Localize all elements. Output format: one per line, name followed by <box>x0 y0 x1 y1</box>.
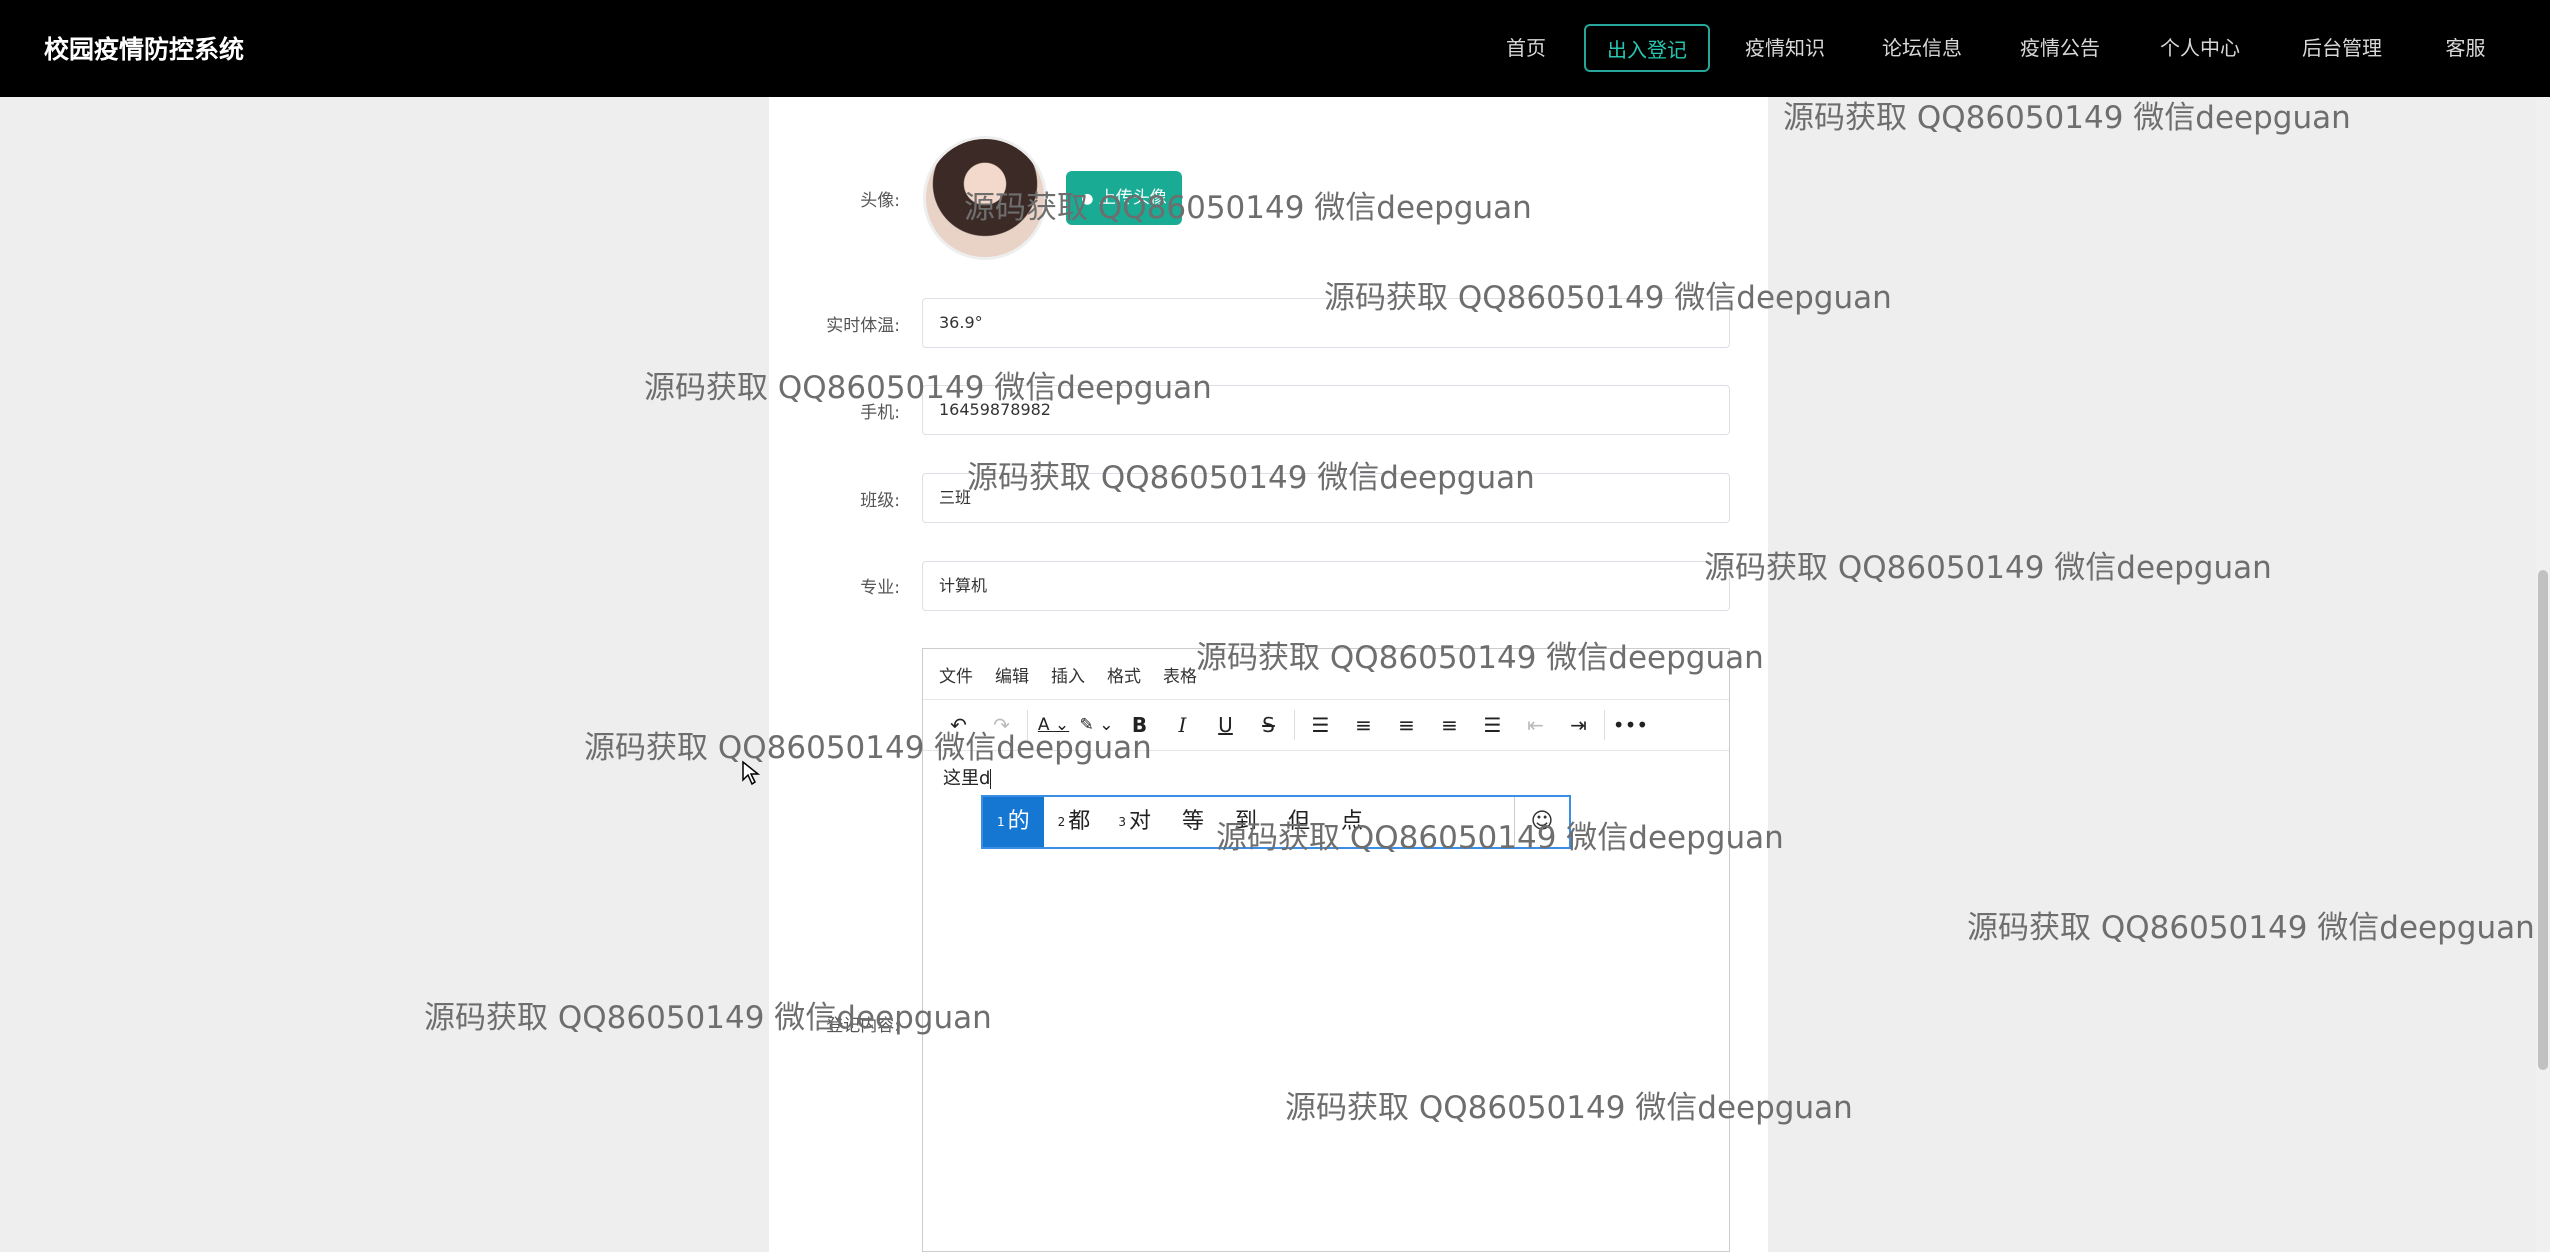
ime-candidate-bar: 1的 2都 3对 等 到 但 点 ☺ <box>981 795 1571 849</box>
more-icon[interactable]: ••• <box>1609 705 1652 745</box>
toolbar-divider <box>1604 710 1605 740</box>
nav-forum[interactable]: 论坛信息 <box>1877 24 1967 72</box>
strikethrough-icon[interactable]: S <box>1247 705 1290 745</box>
nav-entry-exit-registration[interactable]: 出入登记 <box>1584 24 1710 72</box>
toolbar-divider <box>1294 710 1295 740</box>
nav-personal-center[interactable]: 个人中心 <box>2155 24 2245 72</box>
outdent-icon[interactable]: ⇤ <box>1514 705 1557 745</box>
italic-icon[interactable]: I <box>1161 705 1204 745</box>
ime-candidate[interactable]: 但 <box>1271 797 1324 847</box>
temperature-label: 实时体温: <box>826 316 900 336</box>
nav-customer-service[interactable]: 客服 <box>2438 24 2493 72</box>
phone-input[interactable]: 16459878982 <box>922 385 1730 435</box>
major-label: 专业: <box>860 578 900 598</box>
menu-format[interactable]: 格式 <box>1107 662 1141 687</box>
nav-home[interactable]: 首页 <box>1496 24 1556 72</box>
underline-icon[interactable]: U <box>1204 705 1247 745</box>
highlight-color-icon[interactable]: ✎ ⌄ <box>1075 705 1118 745</box>
align-left-icon[interactable]: ≡ <box>1342 705 1385 745</box>
bold-icon[interactable]: B <box>1118 705 1161 745</box>
upload-icon: ● <box>1081 191 1094 207</box>
major-input[interactable]: 计算机 <box>922 561 1730 611</box>
editor-text: 这里d <box>943 768 991 789</box>
redo-icon[interactable]: ↷ <box>980 705 1023 745</box>
align-right-icon[interactable]: ≡ <box>1428 705 1471 745</box>
text-color-icon[interactable]: A ⌄ <box>1032 705 1075 745</box>
undo-icon[interactable]: ↶ <box>937 705 980 745</box>
ime-candidate[interactable]: 3对 <box>1104 797 1165 847</box>
toolbar-divider <box>1027 710 1028 740</box>
smile-icon[interactable]: ☺ <box>1514 797 1569 847</box>
ime-candidate[interactable]: 等 <box>1165 797 1218 847</box>
text-caret <box>990 769 992 789</box>
menu-file[interactable]: 文件 <box>939 662 973 687</box>
editor-content[interactable]: 这里d <box>943 764 992 790</box>
avatar <box>923 136 1047 260</box>
align-justify-icon[interactable]: ☰ <box>1471 705 1514 745</box>
top-navbar: 校园疫情防控系统 首页 出入登记 疫情知识 论坛信息 疫情公告 个人中心 后台管… <box>0 0 2550 97</box>
editor-menubar: 文件 编辑 插入 格式 表格 <box>923 649 1729 700</box>
editor-toolbar: ↶ ↷ A ⌄ ✎ ⌄ B I U S ☰ ≡ ≡ ≡ ☰ ⇤ ⇥ ••• <box>923 700 1729 751</box>
watermark-text: 源码获取 QQ86050149 微信deepguan <box>1967 910 2535 946</box>
rich-text-editor: 文件 编辑 插入 格式 表格 ↶ ↷ A ⌄ ✎ ⌄ B I U S ☰ ≡ ≡… <box>922 648 1730 1252</box>
watermark-text: 源码获取 QQ86050149 微信deepguan <box>1704 550 2272 586</box>
nav-admin[interactable]: 后台管理 <box>2297 24 2387 72</box>
menu-table[interactable]: 表格 <box>1163 662 1197 687</box>
nav-epidemic-knowledge[interactable]: 疫情知识 <box>1740 24 1830 72</box>
align-center-icon[interactable]: ≡ <box>1385 705 1428 745</box>
temperature-input[interactable]: 36.9° <box>922 298 1730 348</box>
ime-candidate[interactable]: 点 <box>1324 797 1377 847</box>
mouse-pointer-icon <box>742 760 761 786</box>
content-label: 登记内容: <box>826 1016 900 1036</box>
ime-candidate[interactable]: 2都 <box>1044 797 1105 847</box>
indent-icon[interactable]: ⇥ <box>1557 705 1600 745</box>
line-height-icon[interactable]: ☰ <box>1299 705 1342 745</box>
nav-announcements[interactable]: 疫情公告 <box>2015 24 2105 72</box>
watermark-text: 源码获取 QQ86050149 微信deepguan <box>1783 100 2351 136</box>
ime-candidate[interactable]: 到 <box>1218 797 1271 847</box>
phone-label: 手机: <box>860 403 900 423</box>
upload-button-label: 上传头像 <box>1098 188 1167 208</box>
upload-avatar-button[interactable]: ● 上传头像 <box>1066 171 1182 225</box>
class-input[interactable]: 三班 <box>922 473 1730 523</box>
scrollbar-thumb[interactable] <box>2538 570 2548 1070</box>
menu-insert[interactable]: 插入 <box>1051 662 1085 687</box>
ime-candidate[interactable]: 1的 <box>983 797 1044 847</box>
site-title: 校园疫情防控系统 <box>44 35 245 64</box>
avatar-label: 头像: <box>860 191 900 211</box>
menu-edit[interactable]: 编辑 <box>995 662 1029 687</box>
class-label: 班级: <box>860 491 900 511</box>
